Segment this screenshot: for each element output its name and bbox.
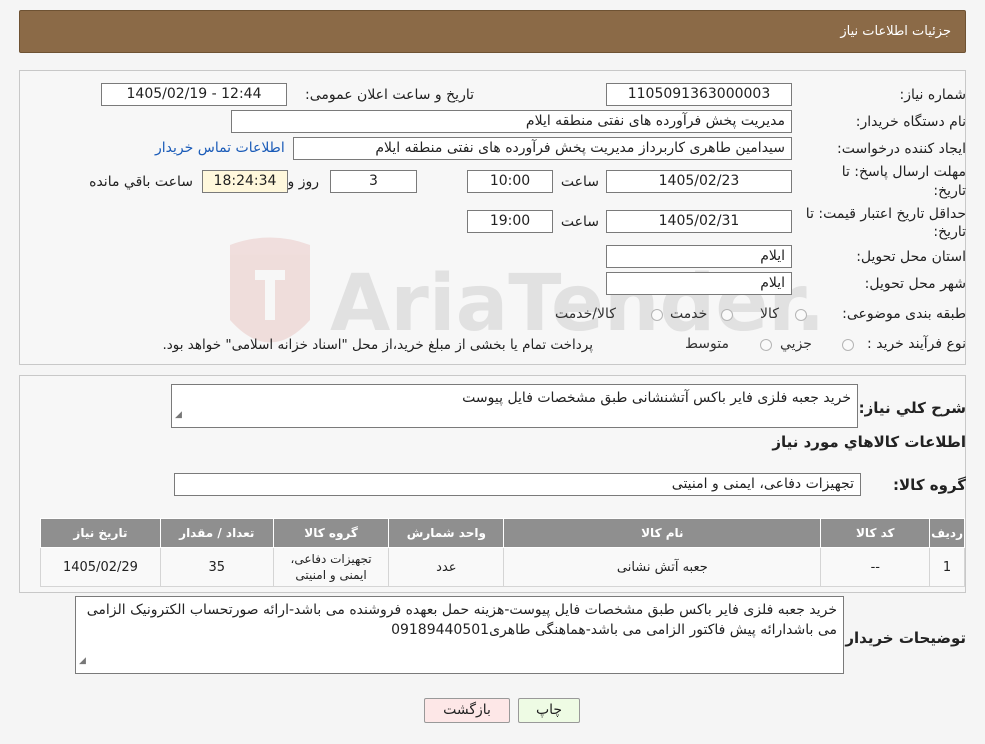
validity-label-date: تاریخ: bbox=[933, 224, 966, 240]
creator-field: سیدامین طاهری کاربرداز مدیریت پخش فرآورد… bbox=[293, 137, 792, 160]
creator-label: ایجاد کننده درخواست: bbox=[837, 141, 966, 157]
validity-label: حداقل تاریخ اعتبار قیمت: تا bbox=[805, 206, 966, 222]
cell-unit: عدد bbox=[388, 547, 505, 587]
category-label: طبقه بندی موضوعی: bbox=[842, 306, 966, 322]
city-label: شهر محل تحویل: bbox=[864, 276, 966, 292]
table-header-row: ردیف کد کالا نام کالا واحد شمارش گروه کا… bbox=[40, 518, 965, 548]
deadline-time-label: ساعت bbox=[560, 174, 599, 190]
announce-datetime-field: 1405/02/19 - 12:44 bbox=[101, 83, 287, 106]
goods-group-field: تجهیزات دفاعی، ایمنی و امنیتی bbox=[174, 473, 861, 496]
description-text: خرید جعبه فلزی فایر باکس آتشنشانی طبق مش… bbox=[462, 390, 851, 406]
category-radio-goods-service[interactable] bbox=[651, 309, 663, 321]
need-number-label: شماره نیاز: bbox=[899, 87, 967, 103]
process-label: نوع فرآیند خرید : bbox=[867, 336, 966, 352]
col-goods-name: نام کالا bbox=[503, 518, 822, 548]
table-row: 1 -- جعبه آتش نشانی عدد تجهیزات دفاعی، ا… bbox=[40, 547, 965, 587]
days-label: روز و bbox=[287, 174, 320, 190]
category-radio-goods[interactable] bbox=[795, 309, 807, 321]
announce-label: تاریخ و ساعت اعلان عمومی: bbox=[305, 87, 474, 103]
category-option-goods-service: کالا/خدمت bbox=[555, 306, 616, 322]
category-option-service: خدمت bbox=[670, 306, 708, 322]
page-header: جزئیات اطلاعات نیاز bbox=[19, 10, 966, 53]
page-title: جزئیات اطلاعات نیاز bbox=[840, 24, 951, 39]
deadline-date-field: 1405/02/23 bbox=[606, 170, 792, 193]
cell-quantity: 35 bbox=[159, 547, 274, 587]
buyer-contact-link[interactable]: اطلاعات تماس خریدار bbox=[155, 140, 285, 156]
description-label: شرح کلي نیاز: bbox=[858, 399, 966, 417]
validity-date-field: 1405/02/31 bbox=[606, 210, 792, 233]
remaining-time-field: 18:24:34 bbox=[202, 170, 288, 193]
col-row-number: ردیف bbox=[929, 518, 965, 548]
goods-info-title: اطلاعات کالاهاي مورد نیاز bbox=[772, 433, 966, 451]
city-field: ایلام bbox=[606, 272, 792, 295]
process-radio-medium[interactable] bbox=[760, 339, 772, 351]
buyer-field: مدیریت پخش فرآورده های نفتی منطقه ایلام bbox=[231, 110, 792, 133]
province-label: استان محل تحویل: bbox=[856, 249, 966, 265]
col-goods-group: گروه کالا bbox=[272, 518, 390, 548]
process-radio-minor[interactable] bbox=[842, 339, 854, 351]
description-field: خرید جعبه فلزی فایر باکس آتشنشانی طبق مش… bbox=[171, 384, 858, 428]
remaining-time-label: ساعت باقي مانده bbox=[89, 174, 193, 190]
deadline-label: مهلت ارسال پاسخ: تا bbox=[841, 164, 966, 180]
col-need-date: تاریخ نیاز bbox=[40, 518, 161, 548]
days-remaining-field: 3 bbox=[330, 170, 417, 193]
buyer-notes-label: توضیحات خریدار: bbox=[839, 629, 966, 647]
deadline-time-field: 10:00 bbox=[467, 170, 553, 193]
goods-table: ردیف کد کالا نام کالا واحد شمارش گروه کا… bbox=[40, 518, 965, 587]
buyer-notes-text: خرید جعبه فلزی فایر باکس طبق مشخصات فایل… bbox=[86, 602, 837, 638]
col-quantity: تعداد / مقدار bbox=[159, 518, 274, 548]
cell-goods-name: جعبه آتش نشانی bbox=[503, 547, 822, 587]
cell-need-date: 1405/02/29 bbox=[40, 547, 161, 587]
goods-group-label: گروه کالا: bbox=[893, 476, 966, 494]
buyer-label: نام دستگاه خریدار: bbox=[855, 114, 966, 130]
category-option-goods: کالا bbox=[760, 306, 779, 322]
cell-goods-code: -- bbox=[820, 547, 931, 587]
province-field: ایلام bbox=[606, 245, 792, 268]
buyer-notes-field: خرید جعبه فلزی فایر باکس طبق مشخصات فایل… bbox=[75, 596, 844, 674]
col-unit: واحد شمارش bbox=[388, 518, 505, 548]
process-note: پرداخت تمام یا بخشی از مبلغ خرید،از محل … bbox=[162, 337, 593, 353]
print-button[interactable]: چاپ bbox=[518, 698, 580, 723]
validity-time-field: 19:00 bbox=[467, 210, 553, 233]
col-goods-code: کد کالا bbox=[820, 518, 931, 548]
process-option-minor: جزیي bbox=[780, 336, 812, 352]
need-number-field: 1105091363000003 bbox=[606, 83, 792, 106]
category-radio-service[interactable] bbox=[721, 309, 733, 321]
cell-goods-group: تجهیزات دفاعی، ایمنی و امنیتی bbox=[272, 547, 390, 587]
process-option-medium: متوسط bbox=[685, 336, 729, 352]
validity-time-label: ساعت bbox=[560, 214, 599, 230]
resize-grip-icon[interactable]: ◢ bbox=[79, 651, 86, 671]
resize-grip-icon[interactable]: ◢ bbox=[175, 405, 182, 425]
deadline-label-date: تاریخ: bbox=[933, 183, 966, 199]
back-button[interactable]: بازگشت bbox=[424, 698, 510, 723]
cell-row-number: 1 bbox=[929, 547, 965, 587]
